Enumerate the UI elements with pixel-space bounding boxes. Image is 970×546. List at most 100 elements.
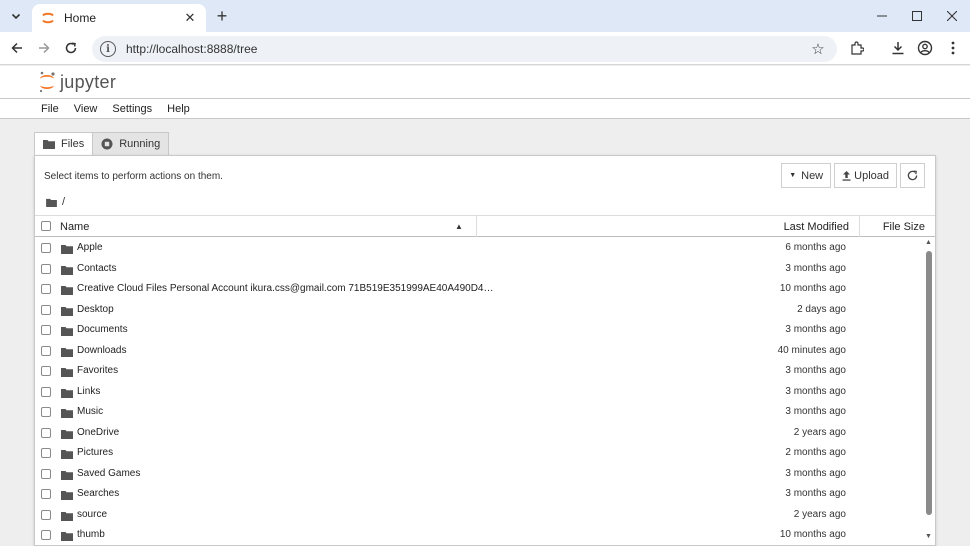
scroll-up-arrow-icon[interactable]: ▲ bbox=[925, 239, 932, 246]
upload-button-label: Upload bbox=[854, 169, 889, 182]
row-checkbox[interactable] bbox=[41, 284, 51, 294]
item-name[interactable]: Saved Games bbox=[77, 468, 140, 479]
browser-tab-home[interactable]: Home ✕ bbox=[32, 4, 206, 32]
refresh-button[interactable] bbox=[900, 163, 925, 188]
row-checkbox[interactable] bbox=[41, 345, 51, 356]
folder-icon bbox=[61, 530, 73, 544]
scrollbar-thumb[interactable] bbox=[926, 251, 932, 515]
item-name[interactable]: Pictures bbox=[77, 447, 113, 458]
item-name[interactable]: Desktop bbox=[77, 304, 114, 315]
row-checkbox[interactable] bbox=[41, 509, 51, 520]
breadcrumb-home-folder-icon[interactable] bbox=[46, 198, 57, 207]
menu-file[interactable]: File bbox=[41, 103, 59, 115]
folder-icon bbox=[61, 325, 73, 339]
item-name[interactable]: Apple bbox=[77, 242, 103, 253]
tab-search-chevron-icon[interactable] bbox=[6, 6, 26, 26]
row-checkbox[interactable] bbox=[41, 386, 51, 397]
select-all-checkbox[interactable] bbox=[41, 221, 51, 231]
menu-bar: File View Settings Help bbox=[0, 98, 970, 119]
back-arrow-icon[interactable] bbox=[6, 37, 28, 59]
item-name[interactable]: thumb bbox=[77, 529, 105, 540]
list-item[interactable]: source 2 years ago bbox=[35, 505, 925, 526]
item-name[interactable]: Downloads bbox=[77, 345, 126, 356]
list-item[interactable]: OneDrive 2 years ago bbox=[35, 423, 925, 444]
row-checkbox[interactable] bbox=[41, 489, 51, 499]
item-last-modified: 3 months ago bbox=[785, 467, 846, 479]
menu-settings[interactable]: Settings bbox=[112, 103, 152, 115]
list-item[interactable]: Pictures 2 months ago bbox=[35, 443, 925, 464]
row-checkbox[interactable] bbox=[41, 468, 51, 479]
item-name[interactable]: source bbox=[77, 509, 107, 520]
row-checkbox[interactable] bbox=[41, 407, 51, 417]
list-item[interactable]: Creative Cloud Files Personal Account ik… bbox=[35, 279, 925, 300]
tab-running[interactable]: Running bbox=[93, 132, 170, 156]
list-item[interactable]: Desktop 2 days ago bbox=[35, 300, 925, 321]
bookmark-star-icon[interactable]: ☆ bbox=[809, 40, 827, 58]
row-checkbox[interactable] bbox=[41, 304, 51, 315]
item-last-modified: 3 months ago bbox=[785, 488, 846, 499]
file-list-scrollbar[interactable]: ▲ ▼ bbox=[924, 239, 934, 545]
menu-view[interactable]: View bbox=[74, 103, 98, 115]
minimize-window-icon[interactable] bbox=[870, 6, 894, 26]
extensions-puzzle-icon[interactable] bbox=[846, 37, 868, 59]
list-item[interactable]: Documents 3 months ago bbox=[35, 320, 925, 341]
list-item[interactable]: Downloads 40 minutes ago bbox=[35, 341, 925, 362]
file-list: Apple 6 months ago Contacts 3 months ago Cre… bbox=[35, 238, 925, 546]
column-last-modified-header[interactable]: Last Modified bbox=[784, 221, 849, 233]
item-last-modified: 2 years ago bbox=[793, 508, 846, 520]
item-name[interactable]: Favorites bbox=[77, 365, 118, 376]
address-bar[interactable]: i http://localhost:8888/tree ☆ bbox=[92, 36, 837, 62]
address-url[interactable]: http://localhost:8888/tree bbox=[126, 42, 809, 56]
profile-avatar-icon[interactable] bbox=[914, 37, 936, 59]
upload-button[interactable]: Upload bbox=[834, 163, 897, 188]
list-item[interactable]: Contacts 3 months ago bbox=[35, 259, 925, 280]
menu-help[interactable]: Help bbox=[167, 103, 190, 115]
list-item[interactable]: thumb 10 months ago bbox=[35, 525, 925, 546]
row-checkbox[interactable] bbox=[41, 530, 51, 540]
row-checkbox[interactable] bbox=[41, 448, 51, 458]
item-name[interactable]: Contacts bbox=[77, 263, 116, 274]
item-name[interactable]: Creative Cloud Files Personal Account ik… bbox=[77, 283, 493, 294]
reload-icon[interactable] bbox=[60, 37, 82, 59]
list-item[interactable]: Saved Games 3 months ago bbox=[35, 464, 925, 485]
breadcrumb-path[interactable]: / bbox=[62, 196, 65, 208]
row-checkbox[interactable] bbox=[41, 427, 51, 438]
list-item[interactable]: Searches 3 months ago bbox=[35, 484, 925, 505]
close-tab-icon[interactable]: ✕ bbox=[182, 10, 198, 26]
item-name[interactable]: Searches bbox=[77, 488, 119, 499]
row-checkbox[interactable] bbox=[41, 366, 51, 376]
scroll-down-arrow-icon[interactable]: ▼ bbox=[925, 533, 932, 540]
new-button[interactable]: ▼ New bbox=[781, 163, 832, 188]
item-last-modified: 3 months ago bbox=[785, 406, 846, 417]
list-item[interactable]: Music 3 months ago bbox=[35, 402, 925, 423]
maximize-window-icon[interactable] bbox=[905, 6, 929, 26]
column-file-size-header[interactable]: File Size bbox=[883, 221, 925, 233]
item-name[interactable]: Links bbox=[77, 386, 100, 397]
new-tab-plus-icon[interactable]: + bbox=[212, 6, 232, 26]
item-last-modified: 2 days ago bbox=[797, 303, 846, 315]
breadcrumb: / bbox=[46, 196, 65, 208]
item-name[interactable]: OneDrive bbox=[77, 427, 119, 438]
row-checkbox[interactable] bbox=[41, 325, 51, 335]
item-name[interactable]: Music bbox=[77, 406, 103, 417]
site-info-icon[interactable]: i bbox=[100, 41, 116, 57]
tab-files[interactable]: Files bbox=[34, 132, 94, 156]
jupyter-logo[interactable]: jupyter bbox=[38, 70, 116, 94]
item-last-modified: 3 months ago bbox=[785, 262, 846, 274]
list-item[interactable]: Apple 6 months ago bbox=[35, 238, 925, 259]
folder-icon bbox=[61, 448, 73, 462]
folder-icon bbox=[61, 428, 73, 442]
list-item[interactable]: Links 3 months ago bbox=[35, 382, 925, 403]
forward-arrow-icon[interactable] bbox=[33, 37, 55, 59]
downloads-icon[interactable] bbox=[887, 37, 909, 59]
column-name-header[interactable]: Name bbox=[60, 221, 89, 233]
row-checkbox[interactable] bbox=[41, 243, 51, 253]
folder-icon bbox=[61, 366, 73, 380]
close-window-icon[interactable] bbox=[940, 6, 964, 26]
item-name[interactable]: Documents bbox=[77, 324, 128, 335]
sort-ascending-icon[interactable]: ▲ bbox=[455, 222, 463, 231]
browser-menu-kebab-icon[interactable] bbox=[942, 37, 964, 59]
item-last-modified: 3 months ago bbox=[785, 385, 846, 397]
row-checkbox[interactable] bbox=[41, 263, 51, 274]
list-item[interactable]: Favorites 3 months ago bbox=[35, 361, 925, 382]
